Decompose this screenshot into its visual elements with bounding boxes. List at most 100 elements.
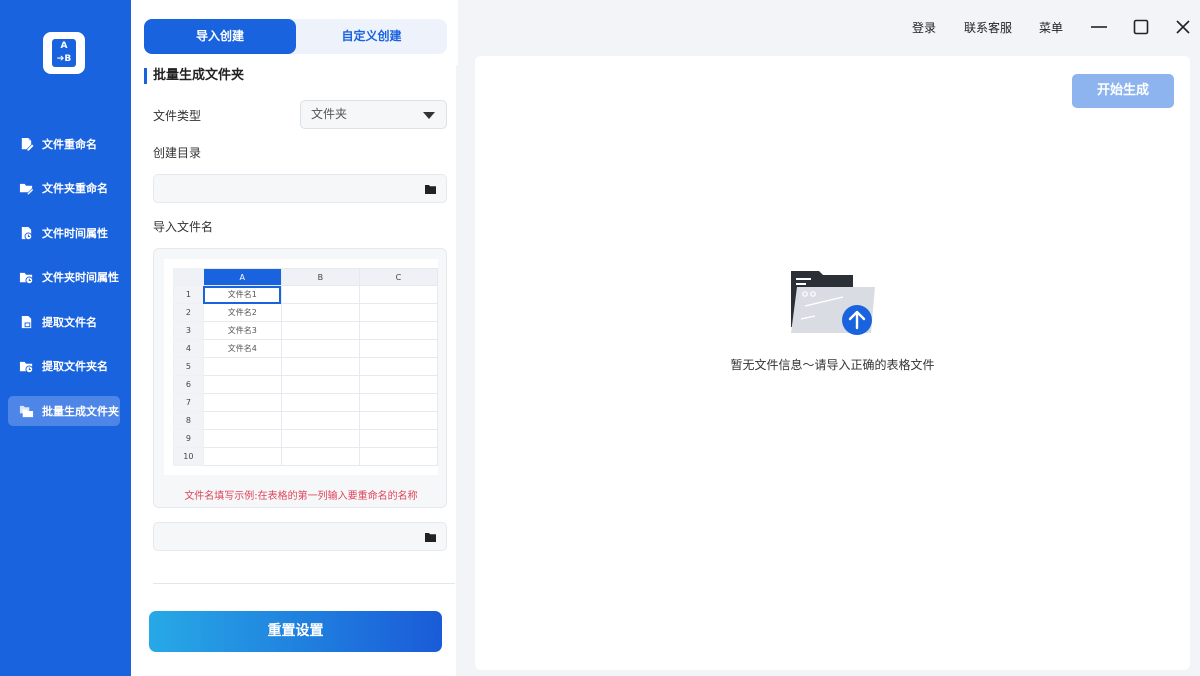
close-icon[interactable] (1173, 17, 1193, 37)
app-logo: A ➔B (43, 32, 85, 74)
sheet-cell (280, 339, 360, 358)
folder-icon[interactable] (425, 184, 436, 194)
file-type-label: 文件类型 (153, 109, 202, 123)
import-filename-label: 导入文件名 (153, 220, 214, 234)
folders-icon (19, 405, 34, 417)
contact-support-link[interactable]: 联系客服 (964, 19, 1012, 36)
example-spreadsheet: A B C 1 文件名1 2 文件名2 3 文件名3 4 文件名4 5 6 7 8 9 … (164, 259, 439, 475)
table-row: 10 (173, 447, 439, 466)
sheet-row-header: 7 (173, 393, 204, 412)
sheet-row-header: 2 (173, 303, 204, 322)
sheet-cell (358, 393, 439, 412)
sheet-cell (358, 357, 439, 376)
sidebar-item-label: 提取文件名 (42, 316, 97, 329)
sheet-cell (358, 285, 439, 304)
create-dir-input[interactable] (153, 174, 447, 203)
sidebar-item-batch-create-folders[interactable]: 批量生成文件夹 (8, 396, 120, 426)
sheet-cell (358, 339, 439, 358)
sheet-cell (202, 429, 282, 448)
folder-extract-icon (19, 361, 34, 373)
table-row: 5 (173, 357, 439, 376)
sheet-cell (202, 375, 282, 394)
file-clock-icon (21, 226, 33, 240)
empty-folder-upload-icon (791, 271, 875, 335)
login-link[interactable]: 登录 (912, 19, 936, 36)
panel-divider (456, 65, 458, 676)
file-type-select[interactable]: 文件夹 (300, 100, 447, 129)
table-row: 9 (173, 429, 439, 448)
sheet-row-header: 3 (173, 321, 204, 340)
sheet-row-header: 5 (173, 357, 204, 376)
table-row: 3 文件名3 (173, 321, 439, 340)
sheet-cell (202, 411, 282, 430)
divider (153, 583, 455, 584)
reset-settings-button[interactable]: 重置设置 (149, 611, 442, 652)
sidebar-item-folder-rename[interactable]: 文件夹重命名 (8, 173, 120, 203)
sheet-cell (280, 357, 360, 376)
sheet-cell (280, 411, 360, 430)
import-file-input[interactable] (153, 522, 447, 551)
sheet-cell (280, 429, 360, 448)
sidebar-item-label: 文件重命名 (42, 138, 97, 151)
file-type-value: 文件夹 (311, 107, 348, 121)
sheet-cell (280, 375, 360, 394)
tab-import-create[interactable]: 导入创建 (144, 19, 296, 54)
sheet-row-header: 4 (173, 339, 204, 358)
sheet-cell (358, 321, 439, 340)
sheet-row-header: 6 (173, 375, 204, 394)
create-mode-tabs: 导入创建 自定义创建 (144, 19, 447, 54)
table-row: 2 文件名2 (173, 303, 439, 322)
sheet-cell (358, 447, 439, 466)
sheet-corner-cell (173, 268, 204, 286)
example-sheet-box: A B C 1 文件名1 2 文件名2 3 文件名3 4 文件名4 5 6 7 8 9 … (153, 248, 447, 508)
sheet-row-header: 10 (173, 447, 204, 466)
empty-state-text: 暂无文件信息～请导入正确的表格文件 (730, 358, 935, 372)
create-dir-label: 创建目录 (153, 146, 202, 160)
sheet-cell (202, 447, 282, 466)
tab-custom-create[interactable]: 自定义创建 (296, 19, 447, 54)
filename-example-hint: 文件名填写示例:在表格的第一列输入要重命名的名称 (184, 491, 418, 502)
sheet-cell: 文件名2 (202, 303, 282, 322)
sheet-cell (280, 447, 360, 466)
folder-clock-icon (19, 272, 34, 284)
table-row: 7 (173, 393, 439, 412)
table-row: 4 文件名4 (173, 339, 439, 358)
sheet-row-header: 9 (173, 429, 204, 448)
sheet-cell (358, 411, 439, 430)
file-edit-icon (21, 137, 34, 151)
sidebar-item-extract-foldername[interactable]: 提取文件夹名 (8, 351, 120, 381)
sidebar-item-label: 文件夹时间属性 (42, 271, 119, 284)
table-row: 1 文件名1 (173, 285, 439, 304)
sidebar-item-file-rename[interactable]: 文件重命名 (8, 129, 120, 159)
sheet-row-header: 1 (173, 285, 204, 304)
minimize-icon[interactable] (1089, 17, 1109, 37)
settings-panel: 导入创建 自定义创建 批量生成文件夹 文件类型 文件夹 创建目录 导入文件名 A… (131, 0, 458, 676)
sidebar-item-label: 文件夹重命名 (42, 182, 108, 195)
sidebar-item-folder-time[interactable]: 文件夹时间属性 (8, 262, 120, 292)
folder-icon[interactable] (425, 532, 436, 542)
file-list-panel: 开始生成 暂无文件信息～请导入正确的表格文件 (475, 56, 1190, 670)
sidebar: A ➔B 文件重命名 文件夹重命名 文件时间属性 文件夹时间属性 提取文件名 提取… (0, 0, 131, 676)
sidebar-item-file-time[interactable]: 文件时间属性 (8, 218, 120, 248)
sheet-cell: 文件名4 (202, 339, 282, 358)
start-generate-button[interactable]: 开始生成 (1072, 74, 1174, 108)
sheet-cell (202, 357, 282, 376)
sheet-col-header: B (280, 268, 360, 286)
maximize-icon[interactable] (1131, 17, 1151, 37)
sheet-cell: 文件名3 (202, 321, 282, 340)
sheet-cell (280, 393, 360, 412)
section-title: 批量生成文件夹 (144, 68, 244, 84)
sheet-cell (358, 303, 439, 322)
sheet-cell (280, 321, 360, 340)
sidebar-item-extract-filename[interactable]: 提取文件名 (8, 307, 120, 337)
sheet-header-row: A B C (173, 268, 439, 286)
sheet-cell (280, 303, 360, 322)
sidebar-item-label: 批量生成文件夹 (42, 405, 119, 418)
sheet-cell (202, 393, 282, 412)
file-extract-icon (21, 315, 32, 328)
sheet-cell (358, 429, 439, 448)
menu-link[interactable]: 菜单 (1039, 19, 1063, 36)
sheet-col-header: A (202, 268, 282, 286)
sheet-col-header: C (358, 268, 439, 286)
sidebar-item-label: 提取文件夹名 (42, 360, 108, 373)
